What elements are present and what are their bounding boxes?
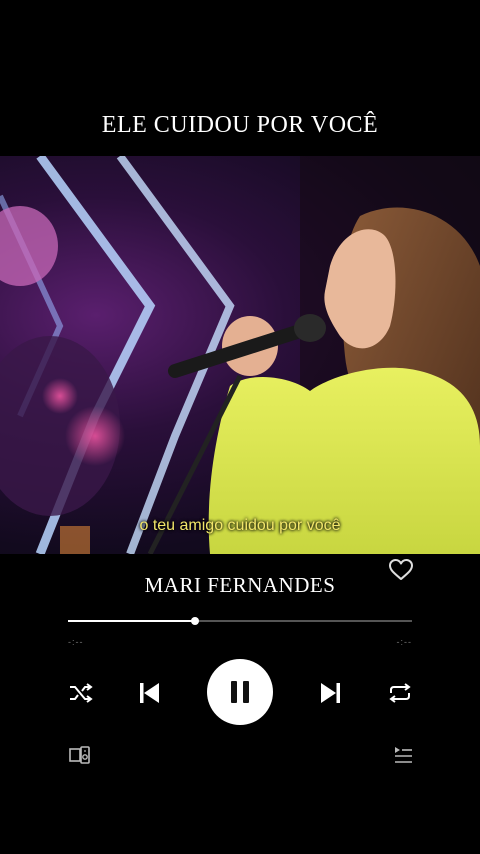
pause-icon	[231, 681, 249, 703]
like-button[interactable]	[388, 558, 414, 582]
progress-fill	[68, 620, 196, 622]
previous-button[interactable]	[134, 678, 164, 708]
repeat-button[interactable]	[385, 678, 415, 708]
connect-device-icon	[69, 746, 90, 764]
queue-button[interactable]	[391, 744, 415, 766]
video-scene	[0, 156, 480, 554]
shuffle-icon	[70, 683, 93, 703]
next-button[interactable]	[316, 678, 346, 708]
heart-icon	[389, 559, 413, 580]
previous-icon	[140, 683, 159, 703]
pause-button[interactable]	[207, 659, 273, 725]
remaining-time: -:--	[396, 637, 412, 647]
song-title: ELE CUIDOU POR VOCÊ	[101, 112, 379, 138]
queue-icon	[395, 747, 412, 763]
video-subtitle: o teu amigo cuidou por você	[139, 517, 341, 534]
next-icon	[321, 683, 340, 703]
progress-knob[interactable]	[191, 617, 200, 625]
repeat-icon	[389, 683, 411, 703]
progress-bar[interactable]	[68, 617, 412, 625]
shuffle-button[interactable]	[66, 678, 96, 708]
elapsed-time: -:--	[68, 637, 84, 647]
connect-device-button[interactable]	[68, 744, 92, 766]
video-frame[interactable]	[0, 156, 480, 554]
